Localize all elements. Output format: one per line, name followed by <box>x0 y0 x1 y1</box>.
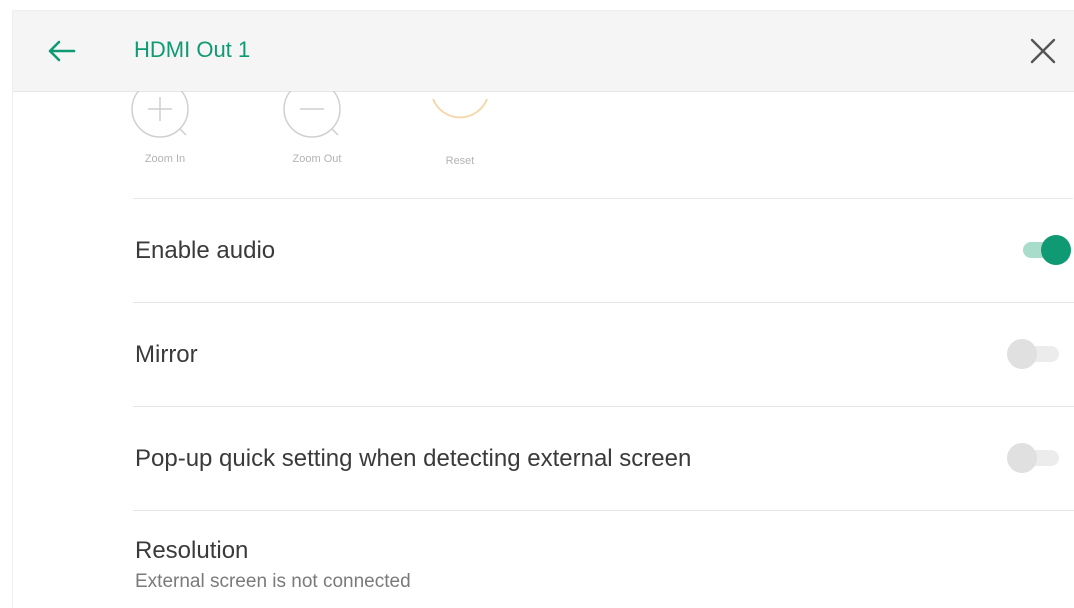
zoom-controls: Zoom In Zoom Out Reset <box>131 91 1073 199</box>
reset-label: Reset <box>445 155 475 167</box>
toggle-knob <box>1041 235 1071 265</box>
enable-audio-toggle[interactable] <box>1019 233 1073 267</box>
zoom-out-label: Zoom Out <box>292 153 342 165</box>
zoom-in-icon <box>131 91 189 138</box>
enable-audio-row[interactable]: Enable audio <box>133 199 1074 303</box>
zoom-out-icon <box>283 91 341 138</box>
popup-quick-setting-toggle[interactable] <box>1007 441 1061 475</box>
resolution-label: Resolution <box>135 537 249 564</box>
zoom-out-button[interactable]: Zoom Out <box>277 91 357 165</box>
mirror-label: Mirror <box>135 341 198 368</box>
toggle-knob <box>1007 339 1037 369</box>
header-bar: HDMI Out 1 <box>13 11 1074 92</box>
popup-quick-setting-label: Pop-up quick setting when detecting exte… <box>135 445 692 472</box>
popup-quick-setting-row[interactable]: Pop-up quick setting when detecting exte… <box>133 407 1074 511</box>
reset-button[interactable]: Reset <box>420 91 500 167</box>
arrow-left-icon <box>48 40 76 62</box>
mirror-row[interactable]: Mirror <box>133 303 1074 407</box>
settings-panel: HDMI Out 1 Zoom In Zoom Out Reset Enable… <box>12 10 1074 608</box>
mirror-toggle[interactable] <box>1007 337 1061 371</box>
resolution-row[interactable]: Resolution External screen is not connec… <box>133 511 1074 608</box>
close-icon <box>1030 38 1056 64</box>
toggle-knob <box>1007 443 1037 473</box>
reset-icon <box>432 98 488 119</box>
close-button[interactable] <box>1025 33 1061 69</box>
enable-audio-label: Enable audio <box>135 237 276 264</box>
zoom-in-button[interactable]: Zoom In <box>125 91 205 165</box>
back-button[interactable] <box>43 33 79 69</box>
zoom-in-label: Zoom In <box>144 153 186 165</box>
page-title: HDMI Out 1 <box>134 37 251 62</box>
resolution-status: External screen is not connected <box>135 571 411 592</box>
